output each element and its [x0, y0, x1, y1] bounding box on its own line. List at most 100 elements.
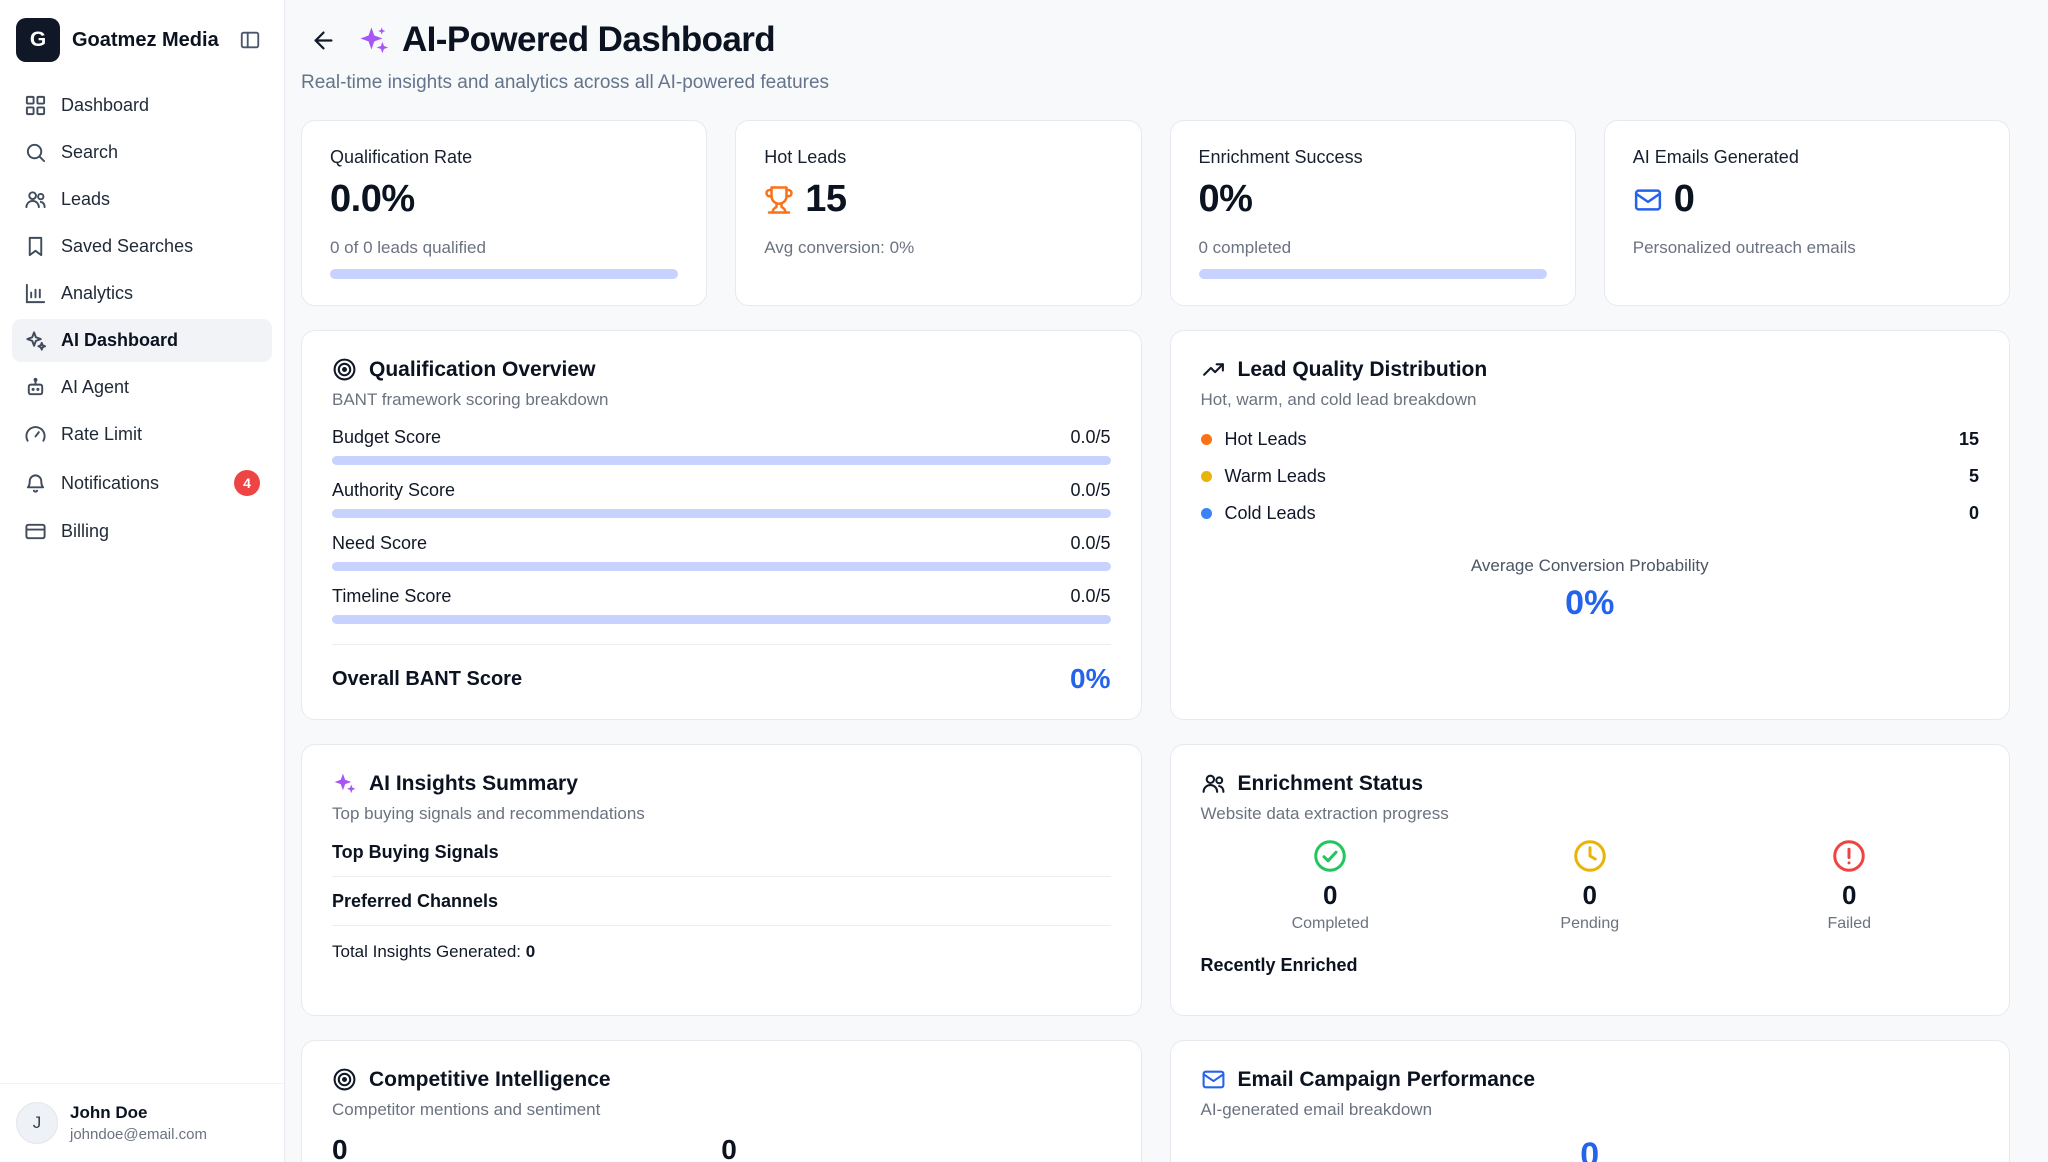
stats-row: Qualification Rate 0.0% 0 of 0 leads qua…: [301, 120, 2010, 306]
completed-label: Completed: [1292, 915, 1369, 933]
bookmark-icon: [24, 235, 47, 258]
score-value: 0.0/5: [1070, 532, 1110, 554]
back-button[interactable]: [301, 18, 345, 62]
user-info: John Doe johndoe@email.com: [70, 1103, 207, 1143]
card-title: Competitive Intelligence: [369, 1068, 611, 1092]
enrichment-failed: 0 Failed: [1720, 838, 1980, 933]
timeline-score-progressbar: [332, 615, 1111, 624]
trophy-icon: [764, 185, 794, 215]
trending-up-icon: [1201, 357, 1226, 382]
card-title: Qualification Overview: [369, 358, 595, 382]
stat-value: 0%: [1199, 178, 1253, 221]
score-row-need: Need Score 0.0/5: [332, 532, 1111, 571]
clock-icon: [1572, 838, 1608, 874]
score-label: Need Score: [332, 532, 427, 554]
sidebar-item-analytics[interactable]: Analytics: [12, 272, 272, 315]
sidebar-item-leads[interactable]: Leads: [12, 178, 272, 221]
lead-label: Warm Leads: [1225, 465, 1326, 487]
qualification-overview-card: Qualification Overview BANT framework sc…: [301, 330, 1142, 720]
pending-count: 0: [1583, 880, 1597, 911]
dashboard-grid-icon: [24, 94, 47, 117]
budget-score-progressbar: [332, 456, 1111, 465]
avg-conversion-label: Average Conversion Probability: [1201, 556, 1980, 576]
card-subtitle: Hot, warm, and cold lead breakdown: [1201, 390, 1980, 410]
bar-chart-icon: [24, 282, 47, 305]
stat-card-ai-emails: AI Emails Generated 0 Personalized outre…: [1604, 120, 2010, 306]
warm-dot-icon: [1201, 471, 1212, 482]
enrichment-pending: 0 Pending: [1460, 838, 1720, 933]
card-title: Email Campaign Performance: [1238, 1068, 1536, 1092]
card-subtitle: AI-generated email breakdown: [1201, 1100, 1980, 1120]
bot-icon: [24, 376, 47, 399]
completed-count: 0: [1323, 880, 1337, 911]
sidebar-item-label: Rate Limit: [61, 424, 142, 445]
search-icon: [24, 141, 47, 164]
sidebar-toggle-button[interactable]: [232, 22, 268, 58]
arrow-left-icon: [310, 27, 337, 54]
stat-subtext: 0 completed: [1199, 238, 1547, 258]
card-title: Enrichment Status: [1238, 772, 1424, 796]
failed-label: Failed: [1827, 915, 1871, 933]
target-icon: [332, 357, 357, 382]
user-menu[interactable]: J John Doe johndoe@email.com: [0, 1083, 284, 1162]
overall-bant-row: Overall BANT Score 0%: [332, 644, 1111, 695]
stat-subtext: 0 of 0 leads qualified: [330, 238, 678, 258]
score-value: 0.0/5: [1070, 479, 1110, 501]
page-subtitle: Real-time insights and analytics across …: [301, 72, 2010, 94]
lead-quality-card: Lead Quality Distribution Hot, warm, and…: [1170, 330, 2011, 720]
overall-bant-label: Overall BANT Score: [332, 668, 522, 691]
stat-value: 0: [1674, 178, 1695, 221]
enrichment-completed: 0 Completed: [1201, 838, 1461, 933]
mail-icon: [1633, 185, 1663, 215]
failed-count: 0: [1842, 880, 1856, 911]
lead-value: 0: [1969, 502, 1979, 524]
score-value: 0.0/5: [1070, 426, 1110, 448]
lead-row-hot: Hot Leads 15: [1201, 428, 1980, 450]
sidebar-item-ai-dashboard[interactable]: AI Dashboard: [12, 319, 272, 362]
sidebar-item-saved-searches[interactable]: Saved Searches: [12, 225, 272, 268]
card-title: AI Insights Summary: [369, 772, 578, 796]
bell-icon: [24, 472, 47, 495]
row-qualification-leadquality: Qualification Overview BANT framework sc…: [301, 330, 2010, 720]
enrichment-stats: 0 Completed 0 Pending 0 Failed: [1201, 838, 1980, 933]
sidebar-item-dashboard[interactable]: Dashboard: [12, 84, 272, 127]
sidebar-item-rate-limit[interactable]: Rate Limit: [12, 413, 272, 456]
card-subtitle: Website data extraction progress: [1201, 804, 1980, 824]
sidebar-item-label: Notifications: [61, 473, 159, 494]
sparkles-icon: [357, 24, 390, 57]
sidebar-item-search[interactable]: Search: [12, 131, 272, 174]
sidebar-item-label: AI Agent: [61, 377, 129, 398]
sidebar-item-label: AI Dashboard: [61, 330, 178, 351]
sidebar-item-notifications[interactable]: Notifications 4: [12, 460, 272, 506]
users-icon: [24, 188, 47, 211]
ai-insights-card: AI Insights Summary Top buying signals a…: [301, 744, 1142, 1016]
cold-dot-icon: [1201, 508, 1212, 519]
total-insights-label: Total Insights Generated:: [332, 942, 521, 961]
recently-enriched-heading: Recently Enriched: [1201, 955, 1980, 976]
sidebar-item-ai-agent[interactable]: AI Agent: [12, 366, 272, 409]
sidebar-item-label: Leads: [61, 189, 110, 210]
score-row-budget: Budget Score 0.0/5: [332, 426, 1111, 465]
score-label: Timeline Score: [332, 585, 451, 607]
enrichment-success-progressbar: [1199, 269, 1547, 279]
avg-conversion-value: 0%: [1201, 584, 1980, 623]
sidebar-item-billing[interactable]: Billing: [12, 510, 272, 553]
avg-conversion-block: Average Conversion Probability 0%: [1201, 556, 1980, 623]
competitive-value: 0: [332, 1134, 721, 1162]
total-insights-line: Total Insights Generated: 0: [332, 942, 1111, 962]
score-row-timeline: Timeline Score 0.0/5: [332, 585, 1111, 624]
sparkles-icon: [24, 329, 47, 352]
users-icon: [1201, 771, 1226, 796]
lead-row-cold: Cold Leads 0: [1201, 502, 1980, 524]
top-buying-signals-heading: Top Buying Signals: [332, 842, 1111, 877]
credit-card-icon: [24, 520, 47, 543]
notifications-badge: 4: [234, 470, 260, 496]
competitive-stats: 0 0: [332, 1134, 1111, 1162]
sidebar-header: G Goatmez Media Lead...: [0, 0, 284, 76]
sparkles-icon: [332, 771, 357, 796]
stat-label: Hot Leads: [764, 147, 1112, 168]
alert-circle-icon: [1831, 838, 1867, 874]
score-label: Budget Score: [332, 426, 441, 448]
preferred-channels-heading: Preferred Channels: [332, 891, 1111, 926]
hot-dot-icon: [1201, 434, 1212, 445]
